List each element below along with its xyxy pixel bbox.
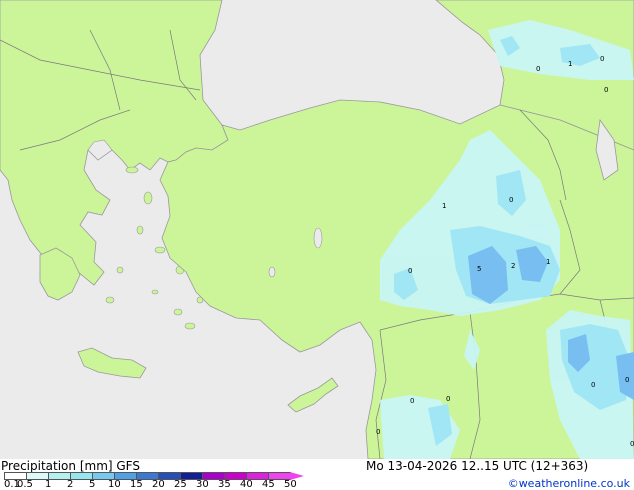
scale-tick-label: 20 (152, 479, 165, 490)
cell-label: 0 (536, 65, 540, 73)
precipitation-map: 1 0 1 0 0 5 2 1 0 0 0 0 0 0 0 0 (0, 0, 634, 459)
cell-label: 1 (442, 202, 446, 210)
cell-label: 0 (600, 55, 604, 63)
scale-tick-label: 45 (262, 479, 275, 490)
cell-label: 0 (408, 267, 412, 275)
legend-bar: Precipitation [mm] GFS Mo 13-04-2026 12.… (0, 459, 634, 490)
scale-tick-label: 5 (89, 479, 96, 490)
scale-tick-label: 35 (218, 479, 231, 490)
lake (313, 227, 323, 249)
scale-tick-label: 0.5 (17, 479, 33, 490)
cell-label: 2 (511, 262, 515, 270)
cell-label: 0 (509, 196, 513, 204)
cell-label: 0 (410, 397, 414, 405)
scale-tick-label: 30 (196, 479, 209, 490)
cell-label: 0 (591, 381, 595, 389)
cell-label: 5 (477, 265, 481, 273)
scale-tick-label: 10 (108, 479, 121, 490)
cell-label: 0 (446, 395, 450, 403)
credit-link[interactable]: ©weatheronline.co.uk (508, 477, 630, 490)
lake (268, 266, 276, 278)
scale-tick-label: 25 (174, 479, 187, 490)
valid-time: Mo 13-04-2026 12..15 UTC (12+363) (366, 459, 589, 473)
legend-title: Precipitation [mm] GFS (1, 459, 140, 473)
cell-label: 0 (604, 86, 608, 94)
scale-tick-label: 15 (130, 479, 143, 490)
color-scale-labels: 0.1 0.5 1 2 5 10 15 20 25 30 35 40 45 50 (0, 479, 340, 490)
scale-tick-label: 1 (45, 479, 52, 490)
cell-label: 1 (568, 60, 572, 68)
scale-tick-label: 50 (284, 479, 297, 490)
map-canvas: 1 0 1 0 0 5 2 1 0 0 0 0 0 0 0 0 (0, 0, 634, 459)
cell-label: 0 (630, 440, 634, 448)
cell-label: 1 (546, 258, 550, 266)
cell-label: 0 (625, 376, 629, 384)
scale-tick-label: 2 (67, 479, 74, 490)
cell-label: 0 (376, 428, 380, 436)
scale-tick-label: 40 (240, 479, 253, 490)
